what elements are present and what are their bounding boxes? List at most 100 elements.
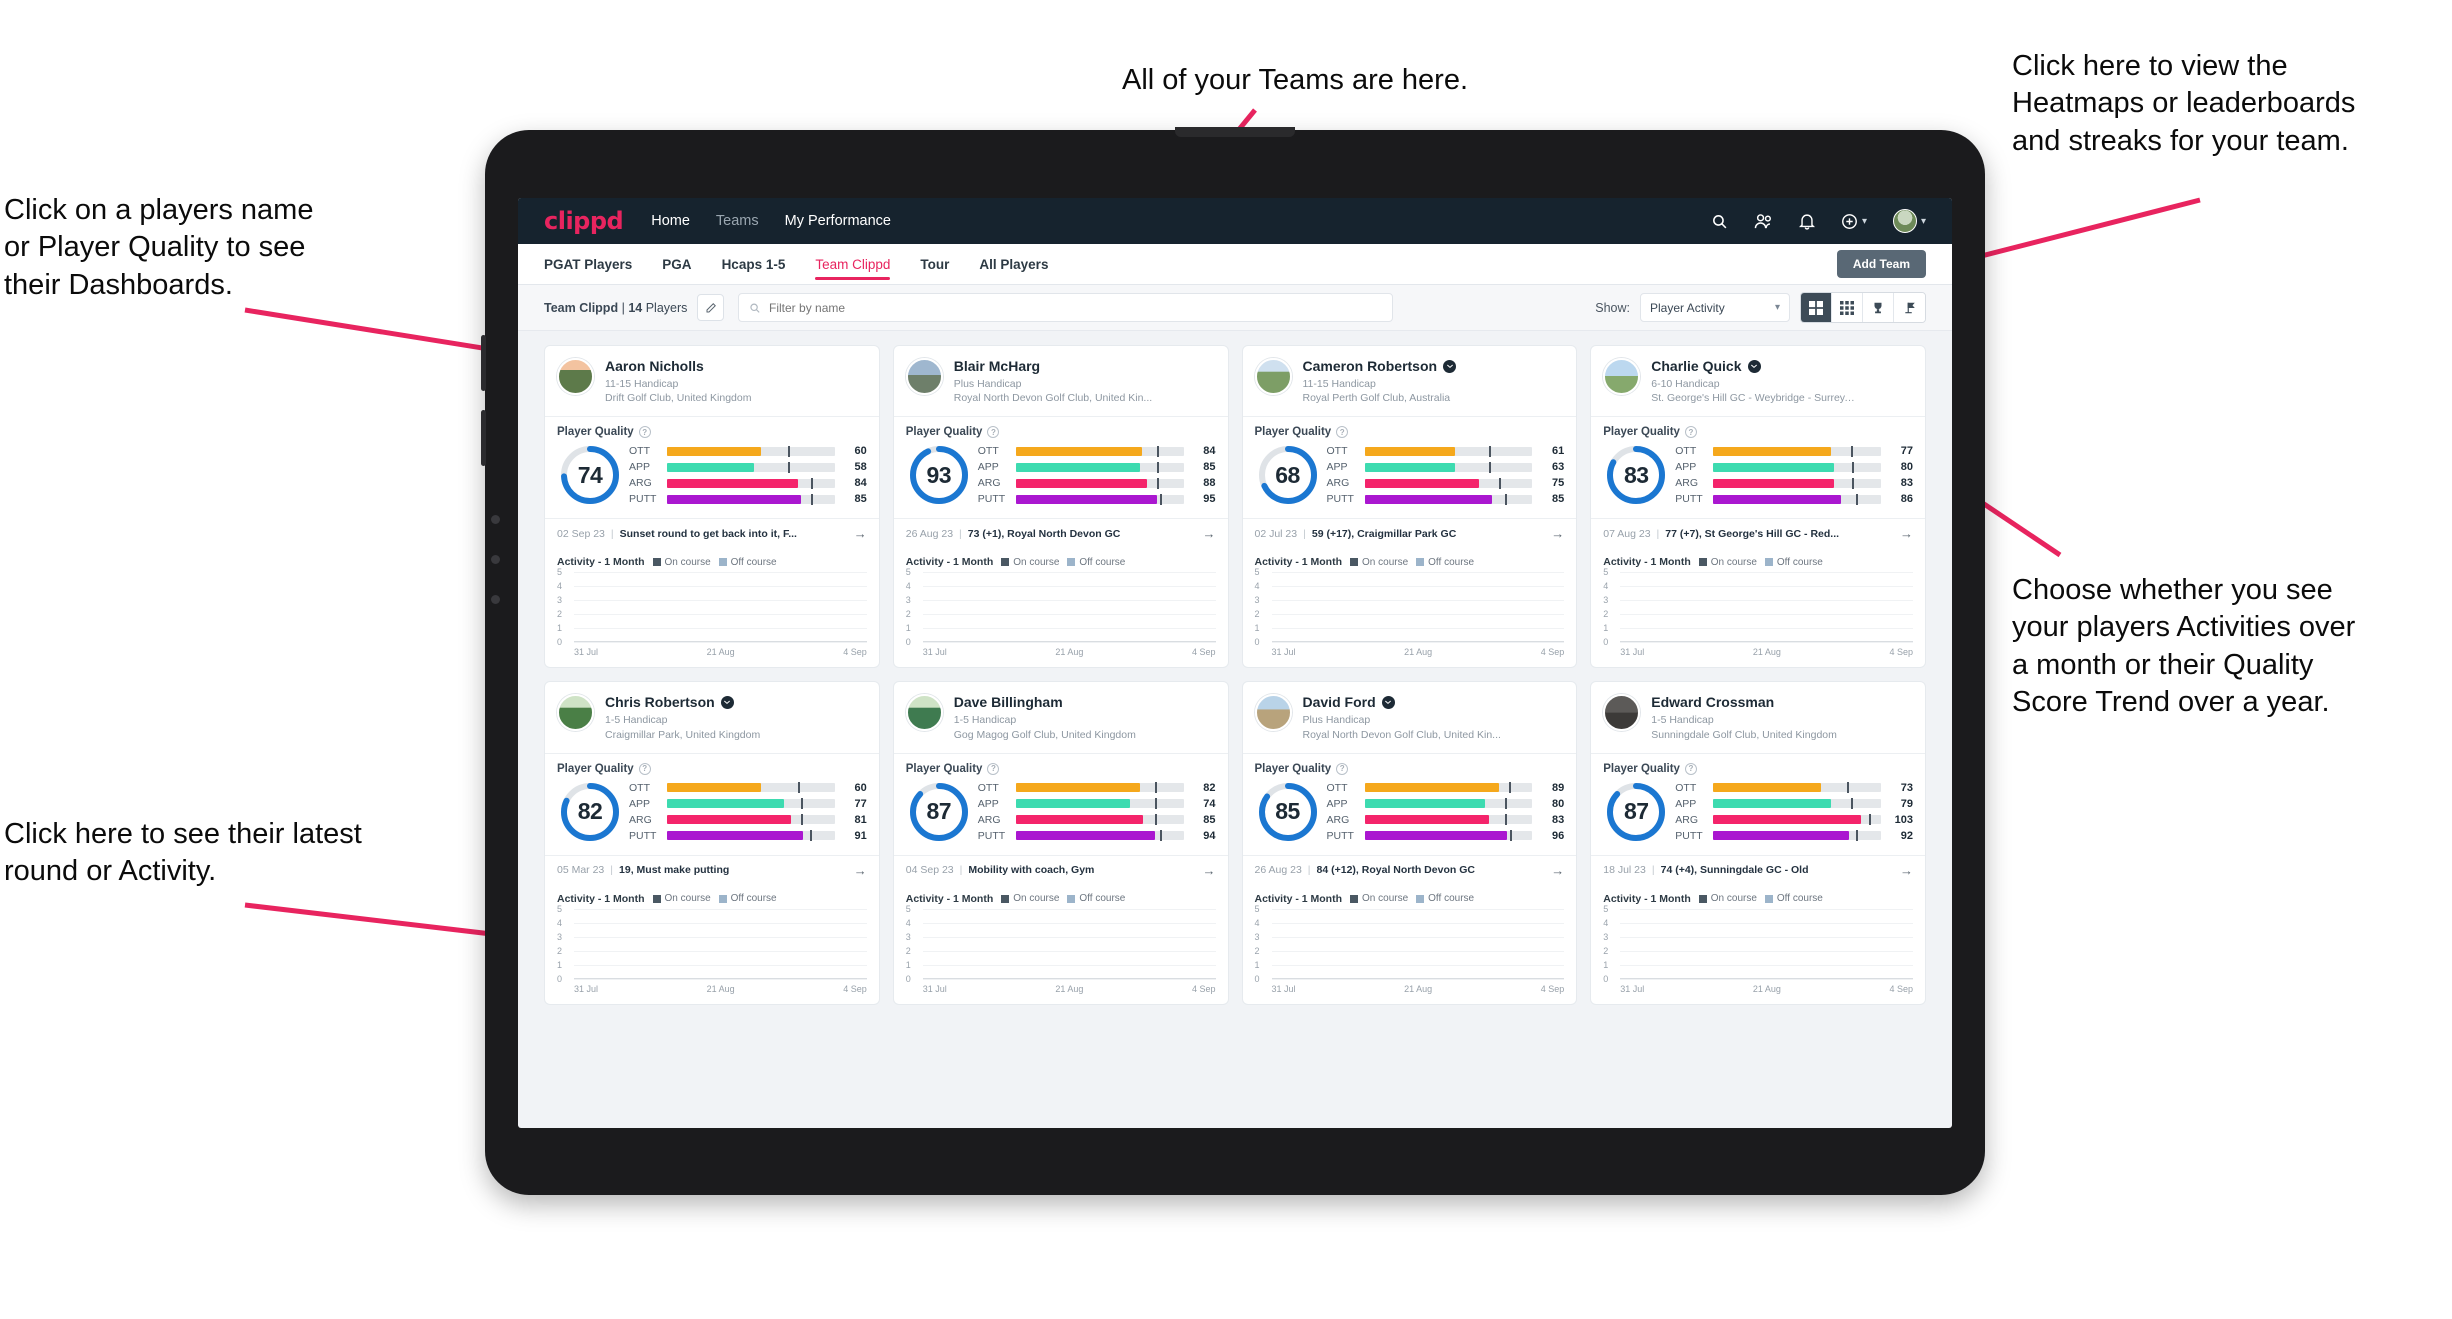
player-name-row[interactable]: Aaron Nicholls [605, 358, 751, 374]
arrow-right-icon[interactable]: → [1203, 526, 1216, 541]
latest-round-row[interactable]: 18 Jul 23 | 74 (+4), Sunningdale GC - Ol… [1591, 854, 1925, 885]
help-icon[interactable]: ? [1684, 762, 1697, 775]
player-quality-body[interactable]: 85 OTT 89 APP 80 ARG 83 PUTT 96 [1243, 775, 1577, 855]
bell-icon[interactable] [1798, 213, 1815, 230]
show-select[interactable]: Player Activity ▾ [1640, 293, 1790, 322]
latest-round-row[interactable]: 26 Aug 23 | 84 (+12), Royal North Devon … [1242, 854, 1577, 885]
player-card[interactable]: Dave Billingham 1-5 Handicap Gog Magog G… [892, 681, 1229, 1005]
player-card[interactable]: Edward Crossman 1-5 Handicap Sunningdale… [1590, 681, 1926, 1005]
tab-pga[interactable]: PGA [662, 244, 691, 285]
pencil-icon[interactable] [697, 294, 725, 321]
player-header[interactable]: Blair McHarg Plus Handicap Royal North D… [894, 346, 1228, 416]
help-icon[interactable]: ? [1684, 426, 1697, 439]
player-header[interactable]: Dave Billingham 1-5 Handicap Gog Magog G… [894, 682, 1228, 752]
player-quality-body[interactable]: 68 OTT 61 APP 63 ARG 75 PUTT 85 [1243, 438, 1577, 518]
tab-pgat-players[interactable]: PGAT Players [544, 244, 632, 285]
arrow-right-icon[interactable]: → [854, 863, 867, 878]
player-header[interactable]: Chris Robertson 1-5 Handicap Craigmillar… [545, 682, 879, 752]
player-card[interactable]: Charlie Quick 6-10 Handicap St. George's… [1590, 345, 1926, 669]
help-icon[interactable]: ? [638, 762, 651, 775]
tab-hcaps-1-5[interactable]: Hcaps 1-5 [722, 244, 786, 285]
player-name[interactable]: Dave Billingham [954, 694, 1063, 710]
search-icon[interactable] [1711, 213, 1728, 230]
player-name[interactable]: Charlie Quick [1651, 358, 1741, 374]
player-card[interactable]: Cameron Robertson 11-15 Handicap Royal P… [1241, 345, 1578, 669]
latest-round-row[interactable]: 02 Jul 23 | 59 (+17), Craigmillar Park G… [1242, 518, 1577, 548]
player-card[interactable]: Blair McHarg Plus Handicap Royal North D… [892, 345, 1229, 669]
search-input[interactable] [769, 300, 1383, 315]
player-quality-body[interactable]: 87 OTT 73 APP 79 ARG 103 PUTT 92 [1591, 775, 1925, 855]
player-name[interactable]: Cameron Robertson [1303, 358, 1438, 374]
metric-list: OTT 73 APP 79 ARG 103 PUTT 92 [1675, 782, 1913, 842]
metric-list: OTT 61 APP 63 ARG 75 PUTT 85 [1327, 445, 1565, 505]
add-team-button[interactable]: Add Team [1836, 250, 1926, 278]
player-card[interactable]: Aaron Nicholls 11-15 Handicap Drift Golf… [544, 345, 880, 669]
latest-round-row[interactable]: 02 Sep 23 | Sunset round to get back int… [545, 518, 879, 548]
arrow-right-icon[interactable]: → [1551, 526, 1564, 541]
quality-donut[interactable]: 87 [1603, 779, 1669, 845]
grid-small-icon[interactable] [1832, 293, 1863, 322]
player-header[interactable]: Charlie Quick 6-10 Handicap St. George's… [1591, 346, 1925, 416]
player-name-row[interactable]: Charlie Quick [1651, 358, 1856, 374]
player-card[interactable]: Chris Robertson 1-5 Handicap Craigmillar… [544, 681, 880, 1005]
player-quality-body[interactable]: 82 OTT 60 APP 77 ARG 81 PUTT 91 [545, 775, 879, 855]
latest-round-row[interactable]: 07 Aug 23 | 77 (+7), St George's Hill GC… [1591, 518, 1925, 548]
tab-team-clippd[interactable]: Team Clippd [815, 244, 891, 285]
trophy-icon[interactable] [1863, 293, 1894, 322]
player-name-row[interactable]: Edward Crossman [1651, 694, 1837, 710]
quality-donut[interactable]: 74 [557, 442, 623, 508]
metric-track [1713, 445, 1881, 457]
plus-circle-icon[interactable]: ▾ [1841, 213, 1867, 230]
player-quality-body[interactable]: 83 OTT 77 APP 80 ARG 83 PUTT 86 [1591, 438, 1925, 518]
nav-home[interactable]: Home [651, 213, 690, 229]
player-name[interactable]: Blair McHarg [954, 358, 1040, 374]
nav-my-performance[interactable]: My Performance [785, 213, 891, 229]
grid-large-icon[interactable] [1801, 293, 1832, 322]
tab-tour[interactable]: Tour [920, 244, 949, 285]
player-quality-body[interactable]: 93 OTT 84 APP 85 ARG 88 PUTT 95 [894, 438, 1228, 518]
clippd-logo[interactable]: clippd [544, 207, 624, 235]
arrow-right-icon[interactable]: → [1900, 526, 1913, 541]
help-icon[interactable]: ? [1336, 762, 1349, 775]
arrow-right-icon[interactable]: → [1551, 863, 1564, 878]
player-name[interactable]: David Ford [1303, 694, 1376, 710]
player-header[interactable]: Aaron Nicholls 11-15 Handicap Drift Golf… [545, 346, 879, 416]
help-icon[interactable]: ? [638, 426, 651, 439]
latest-round-row[interactable]: 04 Sep 23 | Mobility with coach, Gym → [893, 854, 1228, 885]
help-icon[interactable]: ? [1336, 426, 1349, 439]
player-header[interactable]: Cameron Robertson 11-15 Handicap Royal P… [1243, 346, 1577, 416]
player-card[interactable]: David Ford Plus Handicap Royal North Dev… [1241, 681, 1578, 1005]
search-input-wrapper[interactable] [738, 293, 1394, 322]
quality-donut[interactable]: 85 [1255, 779, 1321, 845]
quality-donut[interactable]: 93 [906, 442, 972, 508]
quality-donut[interactable]: 68 [1255, 442, 1321, 508]
player-name-row[interactable]: Cameron Robertson [1303, 358, 1457, 374]
round-date: 18 Jul 23 [1603, 864, 1646, 877]
tab-all-players[interactable]: All Players [979, 244, 1048, 285]
player-name-row[interactable]: Blair McHarg [954, 358, 1152, 374]
player-name-row[interactable]: David Ford [1303, 694, 1501, 710]
quality-donut[interactable]: 82 [557, 779, 623, 845]
latest-round-row[interactable]: 26 Aug 23 | 73 (+1), Royal North Devon G… [893, 518, 1228, 548]
player-name[interactable]: Aaron Nicholls [605, 358, 704, 374]
player-header[interactable]: David Ford Plus Handicap Royal North Dev… [1243, 682, 1577, 752]
help-icon[interactable]: ? [987, 762, 1000, 775]
player-header[interactable]: Edward Crossman 1-5 Handicap Sunningdale… [1591, 682, 1925, 752]
arrow-right-icon[interactable]: → [1900, 863, 1913, 878]
player-quality-body[interactable]: 87 OTT 82 APP 74 ARG 85 PUTT 94 [894, 775, 1228, 855]
player-quality-body[interactable]: 74 OTT 60 APP 58 ARG 84 PUTT 85 [545, 438, 879, 518]
arrow-right-icon[interactable]: → [854, 526, 867, 541]
flag-icon[interactable] [1894, 293, 1925, 322]
player-name[interactable]: Edward Crossman [1651, 694, 1774, 710]
player-name-row[interactable]: Chris Robertson [605, 694, 760, 710]
nav-teams[interactable]: Teams [716, 213, 759, 229]
quality-donut[interactable]: 87 [906, 779, 972, 845]
player-name[interactable]: Chris Robertson [605, 694, 715, 710]
avatar[interactable]: ▾ [1892, 209, 1926, 233]
people-icon[interactable] [1754, 213, 1773, 230]
quality-donut[interactable]: 83 [1603, 442, 1669, 508]
latest-round-row[interactable]: 05 Mar 23 | 19, Must make putting → [545, 854, 879, 885]
player-name-row[interactable]: Dave Billingham [954, 694, 1136, 710]
help-icon[interactable]: ? [987, 426, 1000, 439]
arrow-right-icon[interactable]: → [1203, 863, 1216, 878]
